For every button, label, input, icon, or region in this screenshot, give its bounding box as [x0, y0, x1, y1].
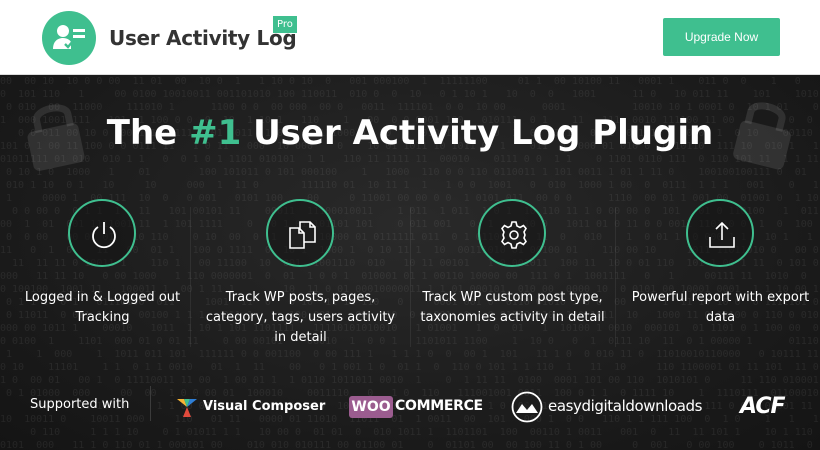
partner-name: ACF	[740, 394, 786, 419]
supported-label: Supported with	[30, 397, 130, 412]
app-title: User Activity Log	[109, 26, 297, 50]
upgrade-now-button[interactable]: Upgrade Now	[663, 18, 780, 56]
partner-name: Visual Composer	[203, 399, 326, 414]
edd-logo-icon: $	[511, 391, 543, 423]
hero-title-accent: #1	[189, 113, 242, 153]
woocommerce-logo: WOO COMMERCE	[349, 391, 489, 423]
feature-text: Powerful report with export data	[631, 290, 810, 325]
feature-divider	[190, 207, 191, 347]
documents-icon	[266, 199, 334, 267]
acf-logo: ACF	[740, 391, 800, 423]
partner-name: COMMERCE	[395, 398, 483, 414]
supported-divider	[150, 386, 151, 421]
feature-divider	[615, 207, 616, 347]
feature-text: Track WP posts, pages, category, tags, u…	[205, 290, 396, 345]
header-bar: User Activity Log Pro Upgrade Now	[0, 0, 820, 75]
gear-icon	[478, 199, 546, 267]
hero-title-prefix: The	[106, 113, 190, 153]
pro-badge: Pro	[273, 16, 297, 33]
user-check-list-icon	[42, 11, 96, 65]
hero-title: The #1 User Activity Log Plugin	[0, 113, 820, 153]
visual-composer-logo: Visual Composer	[175, 391, 325, 423]
woo-badge: WOO	[349, 396, 393, 418]
partner-name: easydigitaldownloads	[548, 397, 703, 415]
hero-title-suffix: User Activity Log Plugin	[241, 113, 714, 153]
visual-composer-logo-icon	[177, 399, 197, 417]
feature-text: Logged in & Logged out Tracking	[24, 290, 181, 325]
power-icon	[68, 199, 136, 267]
feature-text: Track WP custom post type, taxonomies ac…	[420, 290, 605, 325]
easy-digital-downloads-logo: $ easydigitaldownloads	[510, 391, 725, 423]
upload-icon	[686, 199, 754, 267]
svg-text:$: $	[524, 399, 531, 410]
hero-section: 00 00 10 10 0 0 00 11 01 00 10 0 1 1 10 …	[0, 75, 820, 450]
